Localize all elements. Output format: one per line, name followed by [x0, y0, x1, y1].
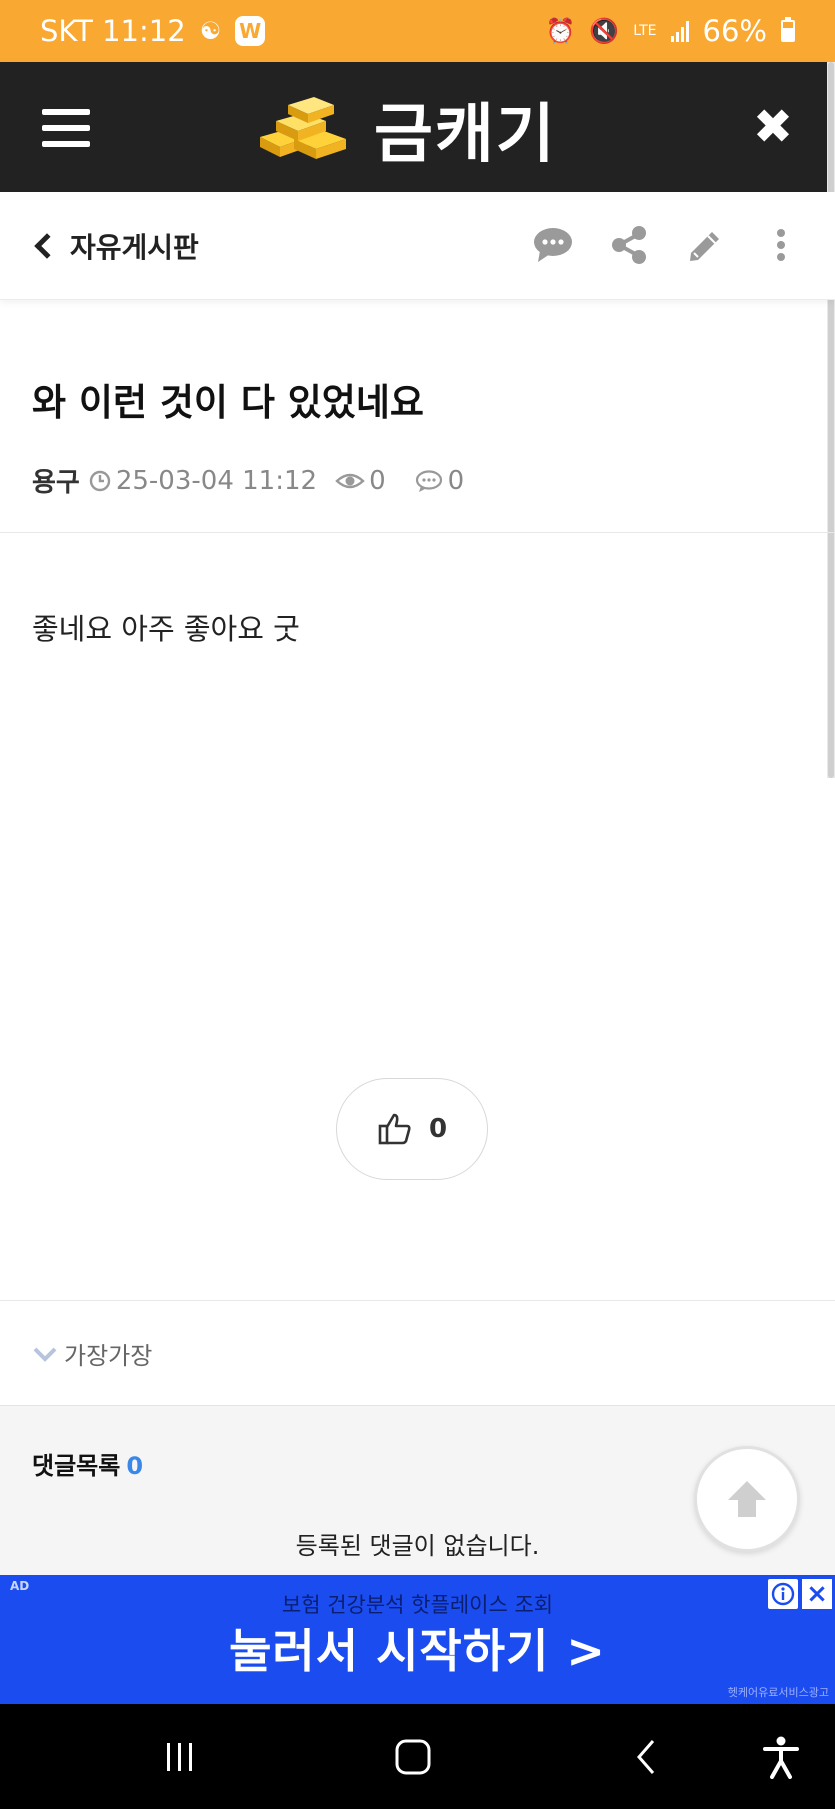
- divider: [0, 532, 835, 533]
- tag-label: 가장가장: [64, 1342, 153, 1370]
- close-button[interactable]: ✖: [748, 102, 798, 152]
- post-meta: 용구 25-03-04 11:12 0 0: [32, 462, 464, 499]
- battery-label: 66%: [702, 14, 767, 48]
- status-bar: SKT 11:12 ☯ W ⏰ 🔇 LTE 66%: [0, 0, 835, 62]
- scrollbar-thumb[interactable]: [828, 62, 834, 778]
- mute-icon: 🔇: [589, 17, 620, 45]
- ad-info-button[interactable]: [768, 1579, 798, 1609]
- post-author[interactable]: 용구: [32, 462, 80, 499]
- post-title: 와 이런 것이 다 있었네요: [32, 381, 424, 424]
- ad-headline: 눌러서 시작하기 >: [229, 1624, 606, 1678]
- gold-bars-logo: [260, 97, 346, 159]
- app-badge-icon: W: [235, 16, 266, 46]
- post-tag[interactable]: 가장가장: [32, 1336, 152, 1371]
- home-icon: [395, 1739, 431, 1775]
- chevron-down-icon: [33, 1347, 57, 1362]
- board-name: 자유게시판: [70, 231, 199, 264]
- ad-footnote: 헷케어유료서비스광고: [727, 1686, 829, 1699]
- divider: [0, 1300, 835, 1301]
- network-label: LTE: [633, 22, 657, 39]
- comments-count: 0: [126, 1452, 144, 1480]
- status-right: ⏰ 🔇 LTE 66%: [545, 14, 795, 48]
- system-nav-bar: [0, 1704, 835, 1809]
- share-icon: [612, 226, 646, 264]
- board-toolbar: 자유게시판: [0, 192, 835, 300]
- recent-apps-button[interactable]: [154, 1734, 204, 1780]
- accessibility-icon: [763, 1736, 799, 1779]
- recent-apps-icon: [167, 1743, 192, 1771]
- back-nav-button[interactable]: [622, 1734, 672, 1780]
- back-icon: [637, 1740, 655, 1774]
- accessibility-button[interactable]: [756, 1734, 806, 1780]
- post-datetime: 25-03-04 11:12: [115, 465, 318, 496]
- scrollbar[interactable]: [827, 62, 835, 778]
- info-icon: [771, 1582, 795, 1606]
- post-comment-count: 0: [447, 465, 465, 496]
- thumbs-up-icon: [378, 1113, 411, 1145]
- more-button[interactable]: [758, 222, 804, 268]
- scroll-top-button[interactable]: [694, 1446, 800, 1552]
- app-title: 금캐기: [374, 98, 557, 172]
- chevron-left-icon: [34, 233, 60, 259]
- eye-icon: [335, 473, 365, 488]
- brand[interactable]: 금캐기: [254, 84, 557, 174]
- hamburger-icon: [42, 109, 90, 115]
- comment-icon: [534, 228, 572, 262]
- back-button[interactable]: 자유게시판: [32, 226, 199, 266]
- arrow-up-icon: [728, 1481, 766, 1517]
- edit-button[interactable]: [682, 222, 728, 268]
- post-views: 0: [369, 465, 386, 496]
- status-left: SKT 11:12 ☯ W: [40, 14, 266, 48]
- activity-icon: ☯: [199, 17, 222, 45]
- battery-icon: [781, 17, 795, 42]
- comment-button[interactable]: [530, 222, 576, 268]
- like-button[interactable]: 0: [336, 1078, 488, 1180]
- comment-count-icon: [415, 469, 442, 492]
- close-icon: ×: [806, 1579, 828, 1609]
- close-icon: ✖: [752, 99, 794, 155]
- ad-close-button[interactable]: ×: [802, 1579, 832, 1609]
- carrier-time: SKT 11:12: [40, 14, 186, 48]
- share-button[interactable]: [606, 222, 652, 268]
- edit-icon: [690, 232, 719, 261]
- signal-icon: [670, 20, 689, 42]
- comments-title: 댓글목록 0: [32, 1446, 143, 1481]
- more-vertical-icon: [777, 229, 785, 261]
- post-body: 좋네요 아주 좋아요 굿: [32, 612, 300, 646]
- menu-button[interactable]: [42, 109, 90, 147]
- home-button[interactable]: [388, 1734, 438, 1780]
- app-header: 금캐기 ✖: [0, 62, 835, 192]
- like-count: 0: [428, 1114, 448, 1144]
- comments-title-label: 댓글목록: [32, 1452, 121, 1480]
- ad-banner[interactable]: AD 보험 건강분석 핫플레이스 조회 눌러서 시작하기 > 헷케어유료서비스광…: [0, 1575, 835, 1704]
- clock-icon: [89, 470, 111, 491]
- alarm-icon: ⏰: [545, 17, 576, 45]
